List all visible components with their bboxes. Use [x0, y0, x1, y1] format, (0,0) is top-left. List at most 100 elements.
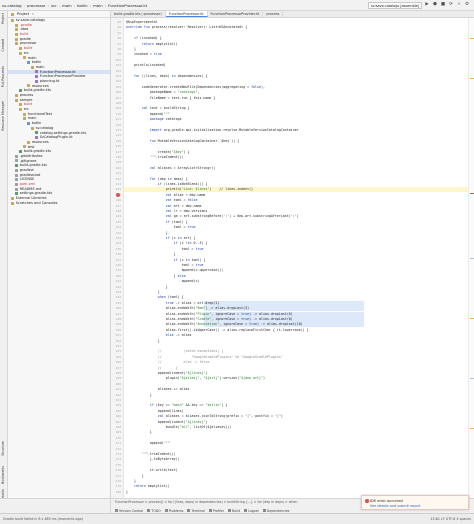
folder-icon: [15, 28, 19, 32]
scrollbar-marker[interactable]: [470, 258, 474, 260]
run-icon[interactable]: ▶: [424, 2, 430, 8]
line-number: 167: [115, 419, 121, 424]
editor-scrollbar[interactable]: [468, 18, 474, 498]
folder-icon: [19, 46, 23, 50]
code-line: } else: [126, 273, 186, 278]
code-line: alias.endsWith("Gradle", ignoreCase = tr…: [126, 317, 293, 321]
tool-window-pull-requests[interactable]: Pull Requests: [1, 66, 5, 87]
line-number: 171: [115, 441, 121, 446]
tool-tab-icon: [187, 509, 191, 512]
editor-tab[interactable]: FunctionProcessorProvider.kt: [208, 11, 264, 17]
tool-window-project[interactable]: Project: [1, 13, 5, 24]
editor-tab[interactable]: FunctionProcessor.kt: [165, 11, 208, 17]
code-line: if (c in art) {: [165, 236, 196, 240]
chevron-down-icon[interactable]: ▾: [32, 12, 34, 16]
code-line: var art = dep.name: [165, 203, 202, 208]
file-icon: [15, 168, 19, 172]
gradle-file-icon: [35, 131, 39, 135]
breadcrumb-item[interactable]: main: [93, 3, 103, 8]
file-icon: [15, 182, 19, 186]
code-line: append(lines): [126, 408, 184, 413]
scrollbar-marker[interactable]: [470, 78, 474, 80]
breadcrumb-item[interactable]: sv-catalog: [2, 3, 22, 8]
tool-tab-icon: [208, 509, 212, 512]
line-number: 136: [115, 252, 121, 257]
tool-window-bookmarks[interactable]: Bookmarks: [1, 466, 5, 484]
status-message[interactable]: Gradle build failed in 8 s 489 ms (momen…: [3, 517, 83, 521]
line-number: 173: [115, 452, 121, 456]
line-number: 123: [115, 182, 121, 186]
line-number: 101: [115, 63, 121, 68]
stop-icon[interactable]: ■: [440, 2, 446, 8]
left-tool-stripe: Project Commit Pull Requests Resource Manag…: [0, 11, 8, 513]
code-line: println("Line: $lines") // lines.indent(…: [126, 187, 254, 192]
line-number: 157: [115, 365, 121, 370]
line-number: 115: [115, 138, 121, 143]
status-info[interactable]: 45:61 LF UTF-8 4 spaces: [430, 517, 471, 521]
code-line: package catalogs: [149, 117, 182, 122]
line-number: 149: [115, 322, 121, 327]
editor-gutter: 93 94 95 96 97 98 99 100 101 102 103 104 105 106 107 10…: [111, 18, 124, 498]
scrollbar-marker[interactable]: [470, 38, 474, 40]
code-line: // "GoogleGradlePlugins" to "GoogleGradl…: [126, 354, 283, 359]
line-number: 119: [115, 160, 121, 165]
folder-icon: [11, 201, 15, 205]
breakpoint-icon[interactable]: [116, 193, 120, 197]
code-line: var toml = false: [165, 198, 198, 203]
line-number: 170: [115, 435, 121, 440]
folder-icon: [15, 98, 19, 102]
search-icon[interactable]: ⌕: [456, 2, 462, 8]
line-number: 155: [115, 354, 121, 359]
editor-breadcrumb[interactable]: FunctionProcessor > process() > for ((li…: [115, 500, 297, 505]
debug-icon[interactable]: ⬣: [432, 2, 438, 8]
editor-tab[interactable]: process: [263, 11, 284, 17]
line-number: 153: [115, 344, 121, 348]
line-number: 146: [115, 306, 121, 311]
line-number: 178: [115, 479, 121, 483]
line-number: 138: [115, 263, 121, 267]
code-line: }: [126, 338, 160, 343]
scrollbar-marker[interactable]: [470, 318, 474, 320]
breadcrumb-item[interactable]: main: [62, 3, 72, 8]
tool-window-structure[interactable]: Structure: [1, 441, 5, 456]
line-number: 166: [115, 414, 121, 419]
tool-window-resource-manager[interactable]: Resource Manager: [1, 101, 5, 131]
folder-icon: [23, 145, 27, 149]
breadcrumb-item[interactable]: processor: [27, 3, 45, 8]
code-line: val aliases = aliases.joinToString(prefi…: [157, 414, 283, 419]
line-number: 132: [115, 230, 121, 235]
line-number: 122: [115, 176, 121, 181]
code-line: }: [126, 473, 144, 478]
scrollbar-marker[interactable]: [470, 428, 474, 430]
breadcrumb-item[interactable]: kotlin: [77, 3, 87, 8]
tree-item[interactable]: Scratches and Consoles: [8, 201, 110, 206]
line-number: 98: [117, 47, 121, 51]
run-configuration-select[interactable]: sv:save-catalogs [assemble]: [368, 2, 422, 9]
project-panel-title[interactable]: Project: [17, 12, 29, 16]
line-number: 120: [115, 165, 121, 170]
scrollbar-marker[interactable]: [470, 193, 474, 195]
editor-tab[interactable]: build.gradle.kts (:processor): [111, 11, 166, 17]
code-line: if (c in toml) {: [173, 257, 206, 262]
code-line: fileName = text.run { this.name }: [126, 95, 216, 100]
code-line: }: [126, 290, 160, 294]
notification-link[interactable]: See details and submit report: [370, 504, 420, 508]
breadcrumb-item[interactable]: src: [51, 3, 57, 8]
tool-tab-icon: [164, 509, 168, 512]
code-line: // else -> false: [126, 360, 210, 365]
error-notification[interactable]: IDE error occurred See details and submi…: [361, 495, 469, 510]
folder-icon: [15, 32, 19, 36]
line-number: 102: [115, 68, 121, 73]
gear-icon[interactable]: ⚙: [464, 2, 470, 8]
sync-icon[interactable]: ⟳: [448, 2, 454, 8]
line-number: 143: [115, 290, 121, 294]
breadcrumb-item[interactable]: FunctionProcessor.kt: [108, 3, 147, 8]
line-number: 126: [115, 198, 121, 203]
scrollbar-marker[interactable]: [470, 378, 474, 380]
tool-tab-icon: [244, 509, 248, 512]
code-line: }: [126, 479, 136, 483]
line-number: 156: [115, 360, 121, 365]
code-line: }: [126, 489, 128, 494]
code-editor[interactable]: @KspExperimental override fun process(res…: [124, 18, 468, 498]
tool-window-commit[interactable]: Commit: [1, 39, 5, 52]
